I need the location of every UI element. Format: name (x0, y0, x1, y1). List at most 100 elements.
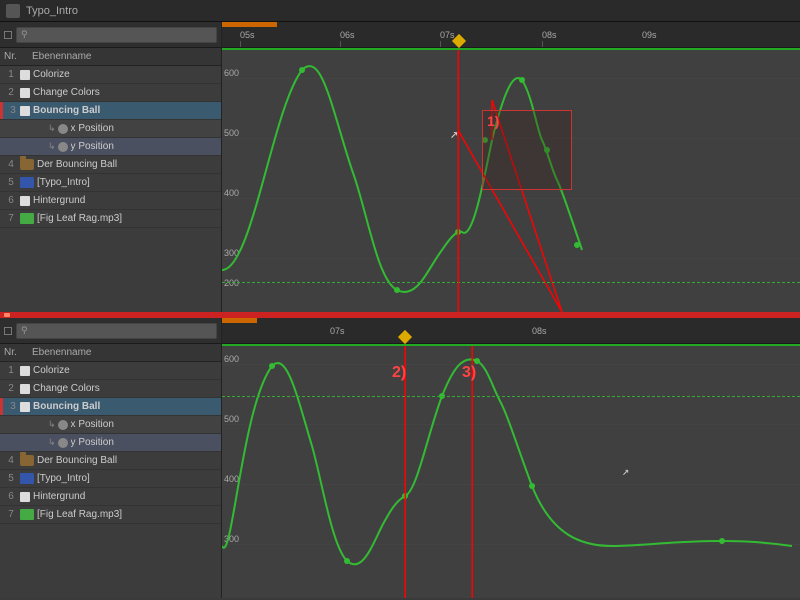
cursor-vline-top (458, 50, 459, 312)
active-indicator-top (0, 102, 3, 119)
layer-label-7-bot: [Fig Leaf Rag.mp3] (37, 509, 122, 520)
layer-row-3-bot[interactable]: 3 Bouncing Ball (0, 398, 221, 416)
ruler-05s: 05s (240, 30, 255, 40)
layer-row-6-top[interactable]: 6 Hintergrund (0, 192, 221, 210)
layer-row-2-bot[interactable]: 2 Change Colors (0, 380, 221, 398)
layer-icon-1-top (20, 70, 30, 80)
app-title: Typo_Intro (26, 5, 78, 17)
active-indicator-bot (0, 398, 3, 415)
layer-icon-4-bot (20, 455, 34, 466)
annotation-1: 1) (482, 110, 572, 190)
layer-icon-6-bot (20, 492, 30, 502)
ruler-top[interactable]: 05s 06s 07s 08s 09s (222, 22, 800, 48)
tick-05 (240, 41, 241, 47)
graph-top: 600 500 400 300 200 (222, 50, 800, 312)
divider-icon (4, 313, 10, 317)
layer-label-x-top: x Position (71, 123, 114, 134)
graph-bottom: 600 500 400 300 (222, 346, 800, 598)
layer-row-4-bot[interactable]: 4 Der Bouncing Ball (0, 452, 221, 470)
layer-row-2-top[interactable]: 2 Change Colors (0, 84, 221, 102)
layer-label-2-top: Change Colors (33, 87, 100, 98)
layer-label-1-bot: Colorize (33, 365, 70, 376)
layer-icon-3-bot (20, 402, 30, 412)
sidebar-top: ⚲ Nr. Ebenenname 1 Colorize 2 Change Col… (0, 22, 222, 312)
collapse-icon-top[interactable] (4, 31, 12, 39)
layer-label-5-top: [Typo_Intro] (37, 177, 90, 188)
sub-icon-y-top: ↳ (48, 141, 56, 152)
tick-07 (440, 41, 441, 47)
app-icon (6, 4, 20, 18)
col-nr: Nr. (4, 51, 22, 62)
layer-row-3-top[interactable]: 3 Bouncing Ball (0, 102, 221, 120)
ruler-08s-top: 08s (542, 30, 557, 40)
search-icon-bottom: ⚲ (21, 325, 28, 336)
layer-icon-7-bot (20, 509, 34, 520)
search-box-bottom[interactable]: ⚲ (16, 323, 217, 339)
timeline-top: 05s 06s 07s 08s 09s 600 500 400 300 200 (222, 22, 800, 312)
layer-row-5-top[interactable]: 5 [Typo_Intro] (0, 174, 221, 192)
layer-icon-x-bot (58, 420, 68, 430)
layer-row-xpos-top[interactable]: ↳ x Position (0, 120, 221, 138)
annotation-2: 2) (392, 364, 406, 382)
panel-header-top: ⚲ (0, 22, 221, 48)
cursor-vline-bot-1 (405, 346, 406, 598)
cursor-diamond-bot (398, 330, 412, 344)
ruler-06s: 06s (340, 30, 355, 40)
top-bar: Typo_Intro (0, 0, 800, 22)
tick-08 (542, 41, 543, 47)
layer-label-1-top: Colorize (33, 69, 70, 80)
layer-icon-y-bot (58, 438, 68, 448)
layer-label-4-bot: Der Bouncing Ball (37, 455, 117, 466)
search-icon-top: ⚲ (21, 29, 28, 40)
sub-icon-y-bot: ↳ (48, 437, 56, 448)
panel-header-bottom: ⚲ (0, 318, 221, 344)
layer-row-5-bot[interactable]: 5 [Typo_Intro] (0, 470, 221, 488)
ruler-09s-top: 09s (642, 30, 657, 40)
sub-icon-x-bot: ↳ (48, 419, 56, 430)
layer-label-2-bot: Change Colors (33, 383, 100, 394)
layer-label-6-top: Hintergrund (33, 195, 85, 206)
layer-label-y-bot: y Position (71, 437, 114, 448)
layer-icon-x-top (58, 124, 68, 134)
layer-row-ypos-top[interactable]: ↳ y Position (0, 138, 221, 156)
layer-label-5-bot: [Typo_Intro] (37, 473, 90, 484)
layer-row-xpos-bot[interactable]: ↳ x Position (0, 416, 221, 434)
layer-icon-y-top (58, 142, 68, 152)
search-box-top[interactable]: ⚲ (16, 27, 217, 43)
layer-label-3-bot: Bouncing Ball (33, 401, 100, 412)
tick-06 (340, 41, 341, 47)
annotation-3: 3) (462, 364, 476, 382)
layer-label-3-top: Bouncing Ball (33, 105, 100, 116)
layer-row-6-bot[interactable]: 6 Hintergrund (0, 488, 221, 506)
collapse-icon-bottom[interactable] (4, 327, 12, 335)
work-area-bar (222, 22, 277, 27)
col-name: Ebenenname (32, 51, 92, 62)
layer-row-7-top[interactable]: 7 [Fig Leaf Rag.mp3] (0, 210, 221, 228)
ruler-07s-top: 07s (440, 30, 455, 40)
layer-row-1-bot[interactable]: 1 Colorize (0, 362, 221, 380)
layer-label-6-bot: Hintergrund (33, 491, 85, 502)
ruler-07s-bot: 07s (330, 326, 345, 336)
work-area-bar-bot (222, 318, 257, 323)
col-header-bottom: Nr. Ebenenname (0, 344, 221, 362)
layer-icon-7-top (20, 213, 34, 224)
layer-icon-2-bot (20, 384, 30, 394)
timeline-bottom: 07s 08s 600 500 400 300 (222, 318, 800, 598)
layer-row-1-top[interactable]: 1 Colorize (0, 66, 221, 84)
sidebar-bottom: ⚲ Nr. Ebenenname 1 Colorize 2 Change Col… (0, 318, 222, 598)
layer-label-x-bot: x Position (71, 419, 114, 430)
curve-svg-bot (222, 346, 800, 598)
cursor-vline-bot-2 (472, 346, 473, 598)
layer-row-4-top[interactable]: 4 Der Bouncing Ball (0, 156, 221, 174)
layer-icon-4-top (20, 159, 34, 170)
layer-row-7-bot[interactable]: 7 [Fig Leaf Rag.mp3] (0, 506, 221, 524)
col-name-bottom: Ebenenname (32, 347, 92, 358)
panel-top: ⚲ Nr. Ebenenname 1 Colorize 2 Change Col… (0, 22, 800, 312)
work-area-green-bot (222, 344, 800, 346)
layer-icon-3-top (20, 106, 30, 116)
layer-row-ypos-bot[interactable]: ↳ y Position (0, 434, 221, 452)
ruler-bottom[interactable]: 07s 08s (222, 318, 800, 344)
work-area-green-top (222, 48, 800, 50)
col-header-top: Nr. Ebenenname (0, 48, 221, 66)
ruler-08s-bot: 08s (532, 326, 547, 336)
